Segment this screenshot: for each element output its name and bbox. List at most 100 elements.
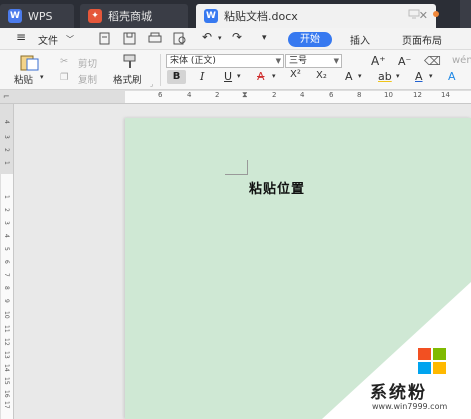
ruler-number: 15 <box>3 377 10 385</box>
margin-corner-mark <box>225 160 248 175</box>
ruler-number: 17 <box>3 401 10 409</box>
print-preview-icon[interactable] <box>173 32 187 45</box>
tab-stop-selector-icon[interactable]: ⌐ <box>3 92 10 101</box>
ruler-number: 2 <box>272 91 277 99</box>
tab-label: WPS <box>28 9 53 23</box>
highlight-dropdown-icon[interactable]: ▾ <box>396 72 400 80</box>
bold-button[interactable]: B <box>167 70 186 84</box>
cut-icon[interactable]: ✂ <box>60 56 68 67</box>
word-doc-icon: W <box>204 9 218 23</box>
format-painter-icon[interactable] <box>121 53 139 69</box>
italic-button[interactable]: I <box>200 70 204 83</box>
tab-document[interactable]: W 粘贴文档.docx ✕ <box>196 4 436 28</box>
subscript-button[interactable]: X₂ <box>316 70 327 81</box>
file-menu[interactable]: 文件 <box>38 32 58 47</box>
font-name-select[interactable]: 宋体 (正文) ▼ <box>166 54 284 68</box>
ruler-number: 13 <box>3 351 10 359</box>
paste-dropdown-icon[interactable]: ▾ <box>40 73 44 81</box>
ruler-number: 14 <box>441 91 450 99</box>
font-size-select[interactable]: 三号 ▼ <box>285 54 342 68</box>
windows-logo-icon <box>418 348 446 374</box>
font-color-dropdown-icon[interactable]: ▾ <box>429 72 433 80</box>
tab-insert[interactable]: 插入 <box>350 32 370 47</box>
highlight-icon[interactable]: ab <box>378 70 392 83</box>
phonetic-guide-icon[interactable]: wén <box>452 55 471 66</box>
ribbon-home: 粘贴 ▾ ✂ 剪切 ❐ 复制 格式刷 宋体 (正文) ▼ 三号 ▼ A⁺ A⁻ … <box>0 50 471 90</box>
hamburger-icon[interactable]: ≡ <box>16 30 26 44</box>
ruler-number: 4 <box>3 234 10 238</box>
ruler-number: 12 <box>3 338 10 346</box>
horizontal-ruler[interactable]: 6 4 2 2 4 6 8 10 12 14 ⧗ <box>0 90 471 104</box>
ruler-number: 2 <box>3 148 10 152</box>
text-effects-dropdown-icon[interactable]: ▾ <box>358 72 362 80</box>
ruler-number: 16 <box>3 390 10 398</box>
shrink-font-icon[interactable]: A⁻ <box>398 55 411 68</box>
paste-button[interactable]: 粘贴 <box>14 72 33 86</box>
font-size-value: 三号 <box>289 56 308 66</box>
ribbon-expand-icon[interactable]: ⌟ <box>150 80 153 88</box>
ruler-number: 11 <box>3 325 10 333</box>
ribbon-divider <box>160 54 161 86</box>
tab-page-layout[interactable]: 页面布局 <box>402 32 442 47</box>
ruler-number: 5 <box>3 247 10 251</box>
quick-access-dropdown-icon[interactable]: ▾ <box>262 33 267 43</box>
monitor-icon[interactable] <box>408 9 420 19</box>
ruler-number: 14 <box>3 364 10 372</box>
grow-font-icon[interactable]: A⁺ <box>371 54 386 68</box>
text-effects-icon[interactable]: A <box>345 70 353 83</box>
tab-wps-home[interactable]: W WPS <box>0 4 74 28</box>
close-tab-icon[interactable]: ✕ <box>419 9 428 22</box>
char-shading-icon[interactable]: A <box>448 70 456 83</box>
font-name-value: 宋体 (正文) <box>170 56 216 66</box>
undo-icon[interactable]: ↶ <box>202 30 212 44</box>
copy-button[interactable]: 复制 <box>78 72 97 86</box>
wps-window: W WPS ✦ 稻壳商城 W 粘贴文档.docx ✕ ≡ 文件 ﹀ ↶ ▾ ↷ … <box>0 0 471 419</box>
ruler-number: 4 <box>187 91 192 99</box>
strikethrough-dropdown-icon[interactable]: ▾ <box>272 72 276 80</box>
tab-daoke-store[interactable]: ✦ 稻壳商城 <box>80 4 188 28</box>
ruler-number: 8 <box>3 286 10 290</box>
redo-icon[interactable]: ↷ <box>232 30 242 44</box>
menu-bar: ≡ 文件 ﹀ ↶ ▾ ↷ ▾ 开始 插入 页面布局 <box>0 28 471 50</box>
watermark-site-name: 系统粉 <box>370 383 427 403</box>
status-dot-icon[interactable] <box>430 9 442 19</box>
ruler-number: 12 <box>413 91 422 99</box>
underline-dropdown-icon[interactable]: ▾ <box>237 72 241 80</box>
clear-format-icon[interactable]: ⌫ <box>424 54 441 68</box>
ruler-number: 2 <box>3 208 10 212</box>
save-icon[interactable] <box>123 32 137 45</box>
print-icon[interactable] <box>148 32 162 45</box>
underline-button[interactable]: U <box>224 70 232 83</box>
ruler-number: 2 <box>215 91 220 99</box>
ruler-number: 6 <box>158 91 163 99</box>
vertical-ruler[interactable]: 4 3 2 1 1 2 3 4 5 6 7 8 9 10 11 12 13 14… <box>0 104 14 419</box>
ruler-number: 9 <box>3 299 10 303</box>
cut-button[interactable]: 剪切 <box>78 56 97 70</box>
ruler-number: 1 <box>3 161 10 165</box>
ruler-number: 10 <box>3 311 10 319</box>
ruler-number: 4 <box>3 120 10 124</box>
superscript-button[interactable]: X² <box>290 69 301 80</box>
copy-icon[interactable]: ❐ <box>60 72 69 83</box>
indent-marker-icon[interactable]: ⧗ <box>242 90 248 100</box>
font-color-icon[interactable]: A <box>415 70 423 83</box>
document-text[interactable]: 粘贴位置 <box>249 178 305 197</box>
watermark-url: www.win7999.com <box>372 402 448 411</box>
strikethrough-icon[interactable]: A <box>257 70 265 83</box>
daoke-logo-icon: ✦ <box>88 9 102 23</box>
ruler-number: 10 <box>384 91 393 99</box>
ruler-number: 4 <box>300 91 305 99</box>
undo-dropdown-icon[interactable]: ▾ <box>218 34 222 42</box>
tab-home[interactable]: 开始 <box>288 32 332 47</box>
chevron-down-icon[interactable]: ﹀ <box>66 34 74 45</box>
chevron-down-icon: ▼ <box>275 57 281 65</box>
ruler-number: 7 <box>3 273 10 277</box>
ruler-number: 6 <box>329 91 334 99</box>
paste-icon[interactable] <box>18 53 40 71</box>
new-document-icon[interactable] <box>98 32 112 45</box>
tab-overflow <box>460 0 471 28</box>
chevron-down-icon: ▼ <box>333 57 339 65</box>
ruler-number: 6 <box>3 260 10 264</box>
format-painter-button[interactable]: 格式刷 <box>113 72 142 86</box>
ruler-number: 3 <box>3 135 10 139</box>
